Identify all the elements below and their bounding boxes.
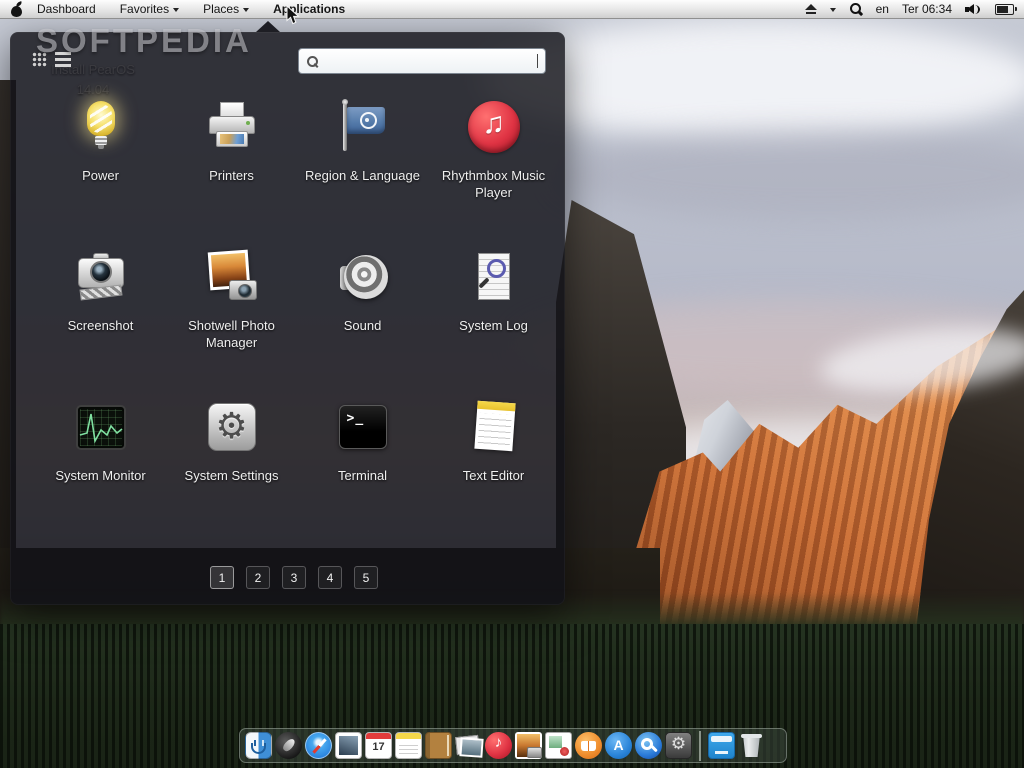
text-caret (537, 54, 538, 68)
calendar-day: 17 (366, 741, 391, 753)
app-label: System Log (428, 318, 559, 335)
menu-label: Places (203, 2, 239, 16)
notes-icon[interactable] (395, 732, 422, 759)
pear-logo-icon[interactable] (10, 2, 23, 17)
pagination: 1 2 3 4 5 (210, 566, 378, 589)
itunes-icon[interactable]: ♪ (485, 732, 512, 759)
mouse-cursor (286, 5, 300, 25)
menu-places[interactable]: Places (203, 2, 249, 16)
eject-icon[interactable] (805, 4, 817, 15)
dropdown-caret-icon (173, 8, 179, 12)
safari-icon[interactable] (305, 732, 332, 759)
printer-icon (204, 100, 260, 156)
dropdown-caret-icon (243, 8, 249, 12)
app-region-language[interactable]: Region & Language (297, 90, 428, 240)
menu-applications[interactable]: Applications (273, 2, 345, 16)
app-label: Rhythmbox Music Player (428, 168, 559, 202)
app-screenshot[interactable]: Screenshot (35, 240, 166, 390)
app-rhythmbox[interactable]: ♫ Rhythmbox Music Player (428, 90, 559, 240)
files-icon[interactable] (708, 732, 735, 759)
appstore-icon[interactable]: A (605, 732, 632, 759)
search-input[interactable] (325, 54, 533, 69)
camera-icon (73, 250, 129, 306)
menu-label: Applications (273, 2, 345, 16)
dock: 17 ♪ A ⚙ (239, 728, 787, 763)
terminal-icon: >_ (335, 400, 391, 456)
app-label: Sound (297, 318, 428, 335)
photo-camera-icon (204, 250, 260, 306)
ibooks-icon[interactable] (575, 732, 602, 759)
quicktime-icon[interactable] (635, 732, 662, 759)
notepad-icon (466, 400, 522, 456)
app-system-settings[interactable]: ⚙ System Settings (166, 390, 297, 540)
app-label: Shotwell Photo Manager (166, 318, 297, 352)
flag-icon (335, 100, 391, 156)
app-shotwell[interactable]: Shotwell Photo Manager (166, 240, 297, 390)
search-icon[interactable] (849, 2, 863, 16)
app-power[interactable]: Power (35, 90, 166, 240)
clock[interactable]: Ter 06:34 (902, 2, 952, 16)
app-label: Power (35, 168, 166, 185)
page-button-4[interactable]: 4 (318, 566, 342, 589)
system-preferences-icon[interactable]: ⚙ (665, 732, 692, 759)
app-text-editor[interactable]: Text Editor (428, 390, 559, 540)
software-center-icon[interactable] (545, 732, 572, 759)
monitor-graph-icon (73, 400, 129, 456)
contacts-icon[interactable] (425, 732, 452, 759)
app-label: Region & Language (297, 168, 428, 185)
page-button-1[interactable]: 1 (210, 566, 234, 589)
search-icon (306, 55, 319, 68)
applications-launcher-panel: Power Printers Region & Language ♫ Rhyth… (10, 32, 565, 605)
app-label: Screenshot (35, 318, 166, 335)
pictures-icon[interactable] (455, 732, 482, 759)
app-sound[interactable]: Sound (297, 240, 428, 390)
app-label: System Monitor (35, 468, 166, 485)
speaker-icon (335, 250, 391, 306)
trash-icon[interactable] (738, 732, 765, 759)
app-label: Terminal (297, 468, 428, 485)
launchpad-icon[interactable] (275, 732, 302, 759)
page-button-2[interactable]: 2 (246, 566, 270, 589)
menu-label: Dashboard (37, 2, 96, 16)
app-grid: Power Printers Region & Language ♫ Rhyth… (35, 90, 559, 540)
menu-dashboard[interactable]: Dashboard (37, 2, 96, 16)
menu-bar: Dashboard Favorites Places Applications … (0, 0, 1024, 19)
lightbulb-icon (73, 100, 129, 156)
app-label: System Settings (166, 468, 297, 485)
app-system-log[interactable]: System Log (428, 240, 559, 390)
panel-notch (256, 21, 280, 32)
dropdown-caret-icon[interactable] (830, 8, 836, 12)
app-search-box[interactable] (298, 48, 546, 74)
app-printers[interactable]: Printers (166, 90, 297, 240)
page-button-5[interactable]: 5 (354, 566, 378, 589)
music-note-icon: ♫ (466, 100, 522, 156)
app-system-monitor[interactable]: System Monitor (35, 390, 166, 540)
app-label: Printers (166, 168, 297, 185)
preview-icon[interactable] (335, 732, 362, 759)
volume-icon[interactable] (965, 3, 982, 16)
shotwell-icon[interactable] (515, 732, 542, 759)
app-label: Text Editor (428, 468, 559, 485)
battery-icon[interactable] (995, 4, 1014, 15)
menu-favorites[interactable]: Favorites (120, 2, 179, 16)
gear-icon: ⚙ (204, 400, 260, 456)
menu-label: Favorites (120, 2, 169, 16)
page-button-3[interactable]: 3 (282, 566, 306, 589)
finder-icon[interactable] (245, 732, 272, 759)
log-magnifier-icon (466, 250, 522, 306)
calendar-icon[interactable]: 17 (365, 732, 392, 759)
softpedia-watermark: SOFTPEDIA (36, 22, 252, 60)
app-terminal[interactable]: >_ Terminal (297, 390, 428, 540)
dock-separator (699, 731, 701, 761)
language-indicator[interactable]: en (876, 2, 889, 16)
